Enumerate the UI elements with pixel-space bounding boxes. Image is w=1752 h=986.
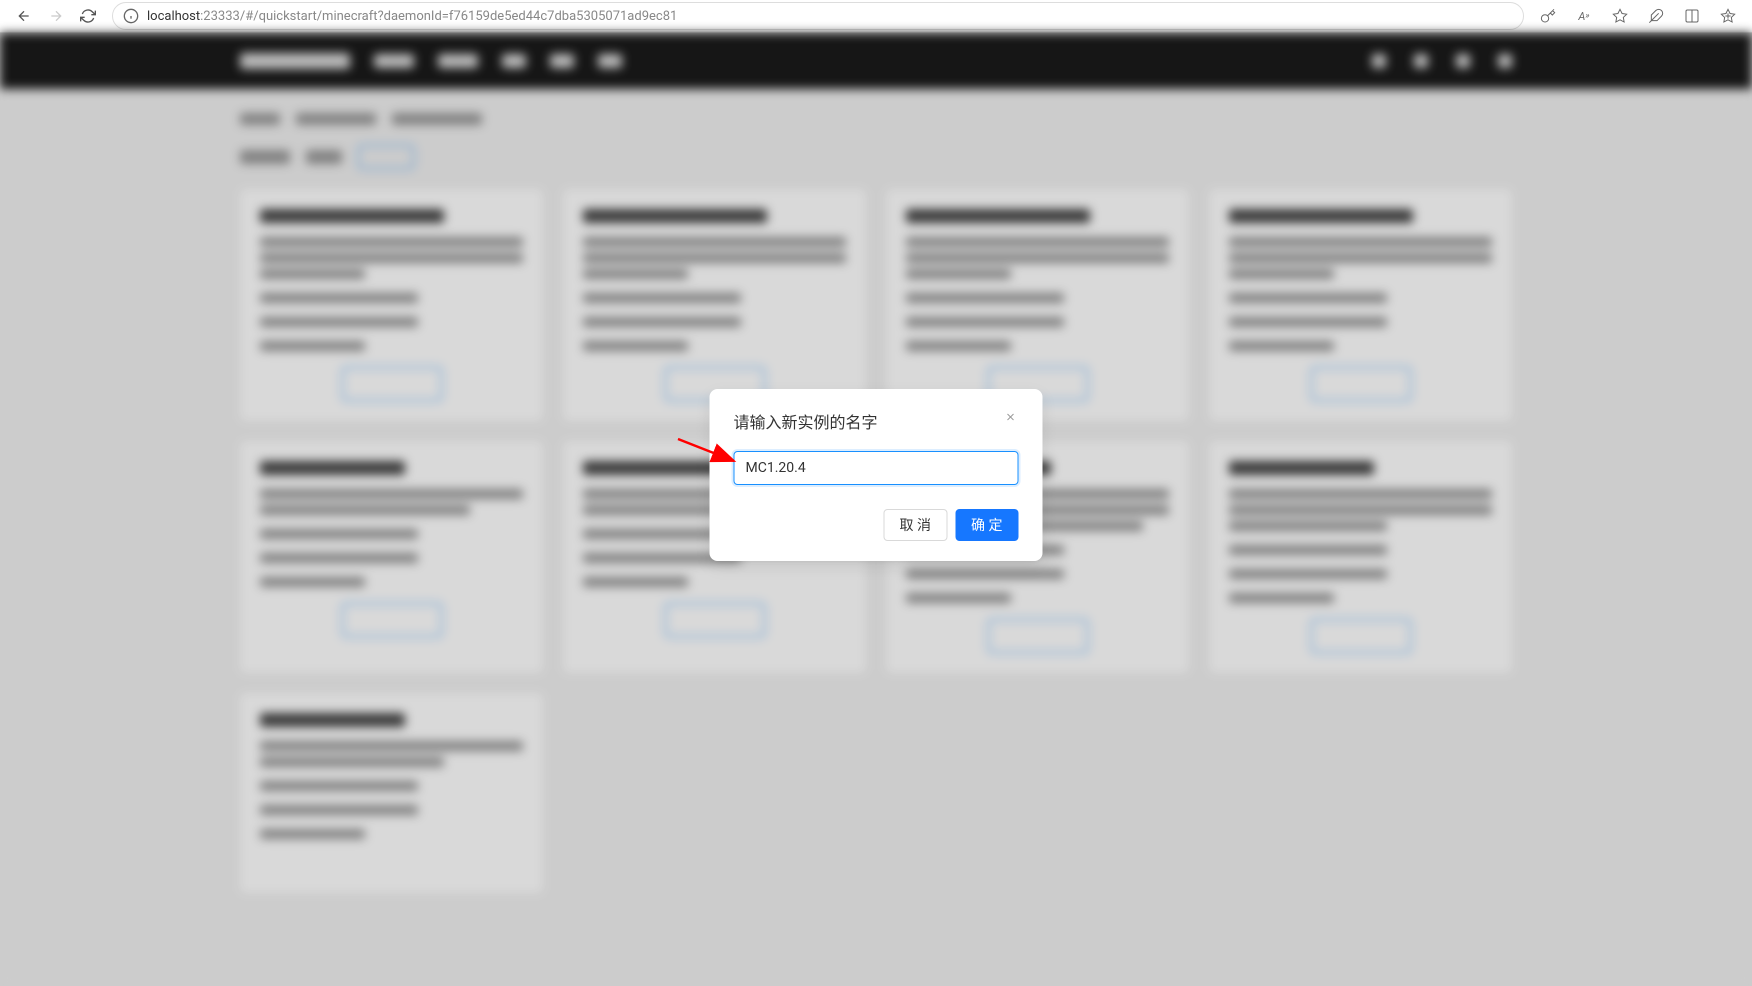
split-screen-icon[interactable]	[1676, 2, 1708, 30]
cancel-button[interactable]: 取 消	[884, 509, 947, 541]
arrow-left-icon	[16, 8, 32, 24]
address-bar[interactable]: localhost:23333/#/quickstart/minecraft?d…	[112, 2, 1524, 30]
new-instance-name-modal: 请输入新实例的名字 取 消 确 定	[710, 389, 1043, 561]
back-button[interactable]	[8, 2, 40, 30]
read-aloud-icon[interactable]: A»	[1568, 2, 1600, 30]
modal-title: 请输入新实例的名字	[734, 409, 878, 433]
collections-icon[interactable]	[1712, 2, 1744, 30]
extensions-icon[interactable]	[1640, 2, 1672, 30]
favorite-icon[interactable]	[1604, 2, 1636, 30]
refresh-icon	[80, 8, 96, 24]
forward-button[interactable]	[40, 2, 72, 30]
close-icon	[1005, 411, 1017, 423]
arrow-right-icon	[48, 8, 64, 24]
password-icon[interactable]	[1532, 2, 1564, 30]
browser-toolbar: localhost:23333/#/quickstart/minecraft?d…	[0, 0, 1752, 33]
modal-close-button[interactable]	[1003, 409, 1019, 428]
url-text: localhost:23333/#/quickstart/minecraft?d…	[147, 9, 677, 24]
info-icon	[123, 8, 139, 24]
instance-name-input[interactable]	[734, 451, 1019, 485]
confirm-button[interactable]: 确 定	[955, 509, 1018, 541]
refresh-button[interactable]	[72, 2, 104, 30]
